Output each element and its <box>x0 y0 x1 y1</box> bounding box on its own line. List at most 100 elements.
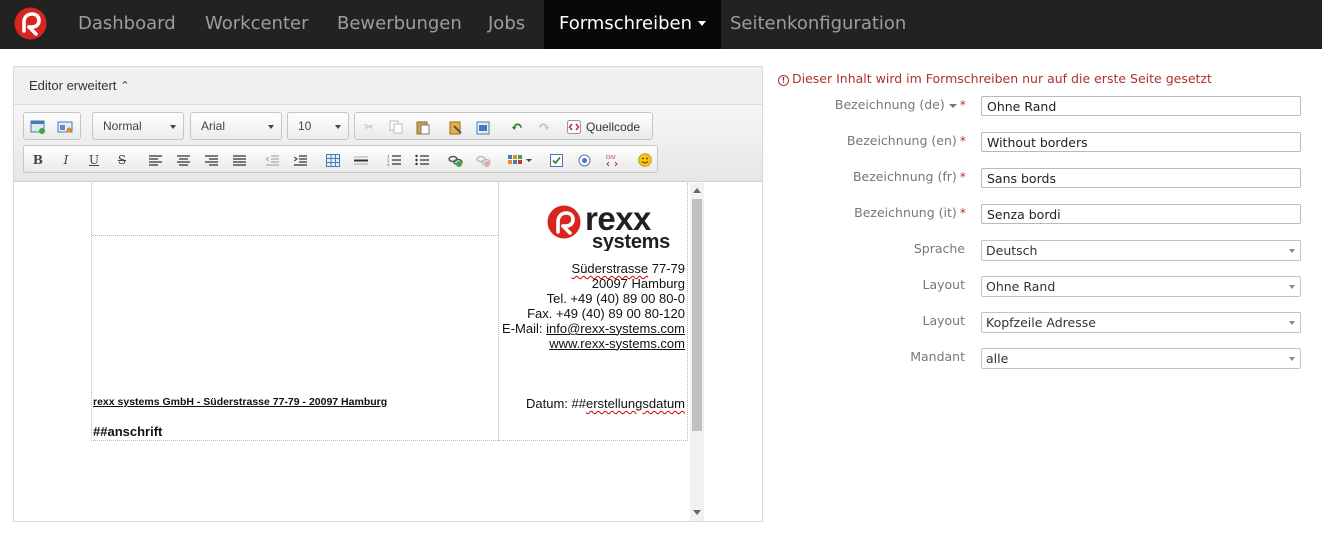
nav-dashboard[interactable]: Dashboard <box>78 0 176 49</box>
align-center-icon[interactable] <box>173 150 193 170</box>
first-page-notice: ! Dieser Inhalt wird im Formschreiben nur… <box>778 71 1212 86</box>
paste-word-icon[interactable] <box>473 117 493 137</box>
source-code-label: Quellcode <box>586 120 641 134</box>
sprache-select[interactable]: Deutsch <box>981 240 1301 261</box>
strikethrough-icon[interactable]: S <box>112 150 132 170</box>
outdent-icon[interactable] <box>262 150 282 170</box>
chevron-down-icon <box>170 125 176 129</box>
chevron-down-icon <box>268 125 274 129</box>
mandant-select-value: alle <box>986 351 1009 366</box>
label-mandant: Mandant <box>910 349 965 364</box>
layout-select[interactable]: Ohne Rand <box>981 276 1301 297</box>
bullet-list-icon[interactable] <box>412 150 432 170</box>
label-name-fr-text: Bezeichnung (fr) <box>852 169 957 184</box>
address-email: E-Mail: info@rexx-systems.com <box>502 321 685 336</box>
italic-icon[interactable]: I <box>56 150 76 170</box>
sprache-select-value: Deutsch <box>986 243 1038 258</box>
required-marker: * <box>959 133 966 148</box>
nav-formschreiben[interactable]: Formschreiben <box>544 0 722 49</box>
align-right-icon[interactable] <box>201 150 221 170</box>
label-name-de: Bezeichnung (de) * <box>835 97 966 112</box>
cut-icon[interactable]: ✂ <box>359 117 379 137</box>
checkbox-icon[interactable] <box>546 150 566 170</box>
unlink-icon[interactable] <box>473 150 493 170</box>
editor-title[interactable]: Editor erweitert ⌃ <box>29 78 130 93</box>
scroll-down-icon[interactable] <box>693 510 701 515</box>
required-marker: * <box>959 169 966 184</box>
scroll-up-icon[interactable] <box>693 188 701 193</box>
format-select[interactable]: Normal <box>92 112 184 140</box>
required-marker: * <box>959 205 966 220</box>
label-sprache: Sprache <box>913 241 965 256</box>
nav-workcenter[interactable]: Workcenter <box>205 0 309 49</box>
font-size-select-value: 10 <box>298 119 312 133</box>
name-it-input[interactable] <box>981 204 1301 224</box>
letterhead-table: rexx systems Süderstrasse 77-79 20097 Ha… <box>91 183 688 441</box>
chevron-down-icon <box>1289 285 1295 289</box>
link-icon[interactable] <box>445 150 465 170</box>
chevron-down-icon <box>698 20 707 26</box>
label-name-de-text: Bezeichnung (de) <box>834 97 945 112</box>
source-code-button[interactable]: Quellcode <box>567 117 647 137</box>
brand-logo-icon[interactable] <box>14 7 47 40</box>
placeholder-menu-icon[interactable] <box>506 150 536 170</box>
top-navbar: Dashboard Workcenter Bewerbungen Jobs Fo… <box>0 0 1322 49</box>
font-select-value: Arial <box>201 119 226 133</box>
radio-button-icon[interactable] <box>574 150 594 170</box>
label-header-layout: Layout <box>922 313 966 328</box>
templates-icon[interactable] <box>55 117 75 137</box>
anschrift-placeholder: ##anschrift <box>93 424 163 439</box>
nav-seitenkonfiguration[interactable]: Seitenkonfiguration <box>730 0 906 49</box>
name-fr-input[interactable] <box>981 168 1301 188</box>
align-justify-icon[interactable] <box>229 150 249 170</box>
email-link[interactable]: info@rexx-systems.com <box>546 321 685 336</box>
nav-formschreiben-label: Formschreiben <box>559 13 693 34</box>
div-container-icon[interactable]: DIV <box>602 150 622 170</box>
name-de-input[interactable] <box>981 96 1301 116</box>
bold-icon[interactable]: B <box>28 150 48 170</box>
editor-panel-header[interactable]: Editor erweitert ⌃ <box>14 67 762 105</box>
sender-line: rexx systems GmbH - Süderstrasse 77-79 -… <box>93 396 388 408</box>
svg-text:3: 3 <box>387 162 390 166</box>
name-en-input[interactable] <box>981 132 1301 152</box>
toolbar-group-templates <box>23 112 81 140</box>
font-select[interactable]: Arial <box>190 112 282 140</box>
table-icon[interactable] <box>323 150 343 170</box>
nav-jobs[interactable]: Jobs <box>488 0 525 49</box>
toolbar-group-formatting: B I U S 1 2 3 DIV <box>23 145 658 173</box>
label-name-it-text: Bezeichnung (it) <box>854 205 957 220</box>
paste-text-icon[interactable] <box>446 117 466 137</box>
editor-toolbar: Normal Arial 10 ✂ ↶ ↷ Quellcode B I U S … <box>14 105 762 182</box>
new-page-icon[interactable] <box>28 117 48 137</box>
indent-icon[interactable] <box>290 150 310 170</box>
layout-select-value: Ohne Rand <box>986 279 1056 294</box>
nav-bewerbungen[interactable]: Bewerbungen <box>337 0 462 49</box>
header-layout-select[interactable]: Kopfzeile Adresse <box>981 312 1301 333</box>
date-placeholder: erstellungsdatum <box>586 396 685 411</box>
paste-icon[interactable] <box>413 117 433 137</box>
required-marker: * <box>959 97 966 112</box>
web-link[interactable]: www.rexx-systems.com <box>549 336 685 351</box>
horizontal-line-icon[interactable] <box>351 150 371 170</box>
undo-icon[interactable]: ↶ <box>507 117 527 137</box>
mandant-select[interactable]: alle <box>981 348 1301 369</box>
label-name-fr: Bezeichnung (fr) * <box>853 169 966 184</box>
address-street-number: 77-79 <box>648 261 685 276</box>
align-left-icon[interactable] <box>145 150 165 170</box>
numbered-list-icon[interactable]: 123 <box>384 150 404 170</box>
language-dropdown-icon[interactable] <box>948 103 957 108</box>
date-prefix: Datum: ## <box>526 396 586 411</box>
scrollbar-thumb[interactable] <box>692 199 702 431</box>
chevron-down-icon <box>1289 249 1295 253</box>
chevron-down-icon <box>1289 321 1295 325</box>
copy-icon[interactable] <box>386 117 406 137</box>
editor-panel: Editor erweitert ⌃ Normal Arial 10 ✂ ↶ ↷… <box>13 66 763 522</box>
font-size-select[interactable]: 10 <box>287 112 349 140</box>
redo-icon[interactable]: ↷ <box>534 117 554 137</box>
editor-scrollbar[interactable] <box>690 183 704 521</box>
smiley-icon[interactable] <box>635 150 655 170</box>
editor-content-area[interactable]: rexx systems Süderstrasse 77-79 20097 Ha… <box>14 183 762 521</box>
chevron-down-icon <box>1289 357 1295 361</box>
chevron-down-icon <box>335 125 341 129</box>
underline-icon[interactable]: U <box>84 150 104 170</box>
